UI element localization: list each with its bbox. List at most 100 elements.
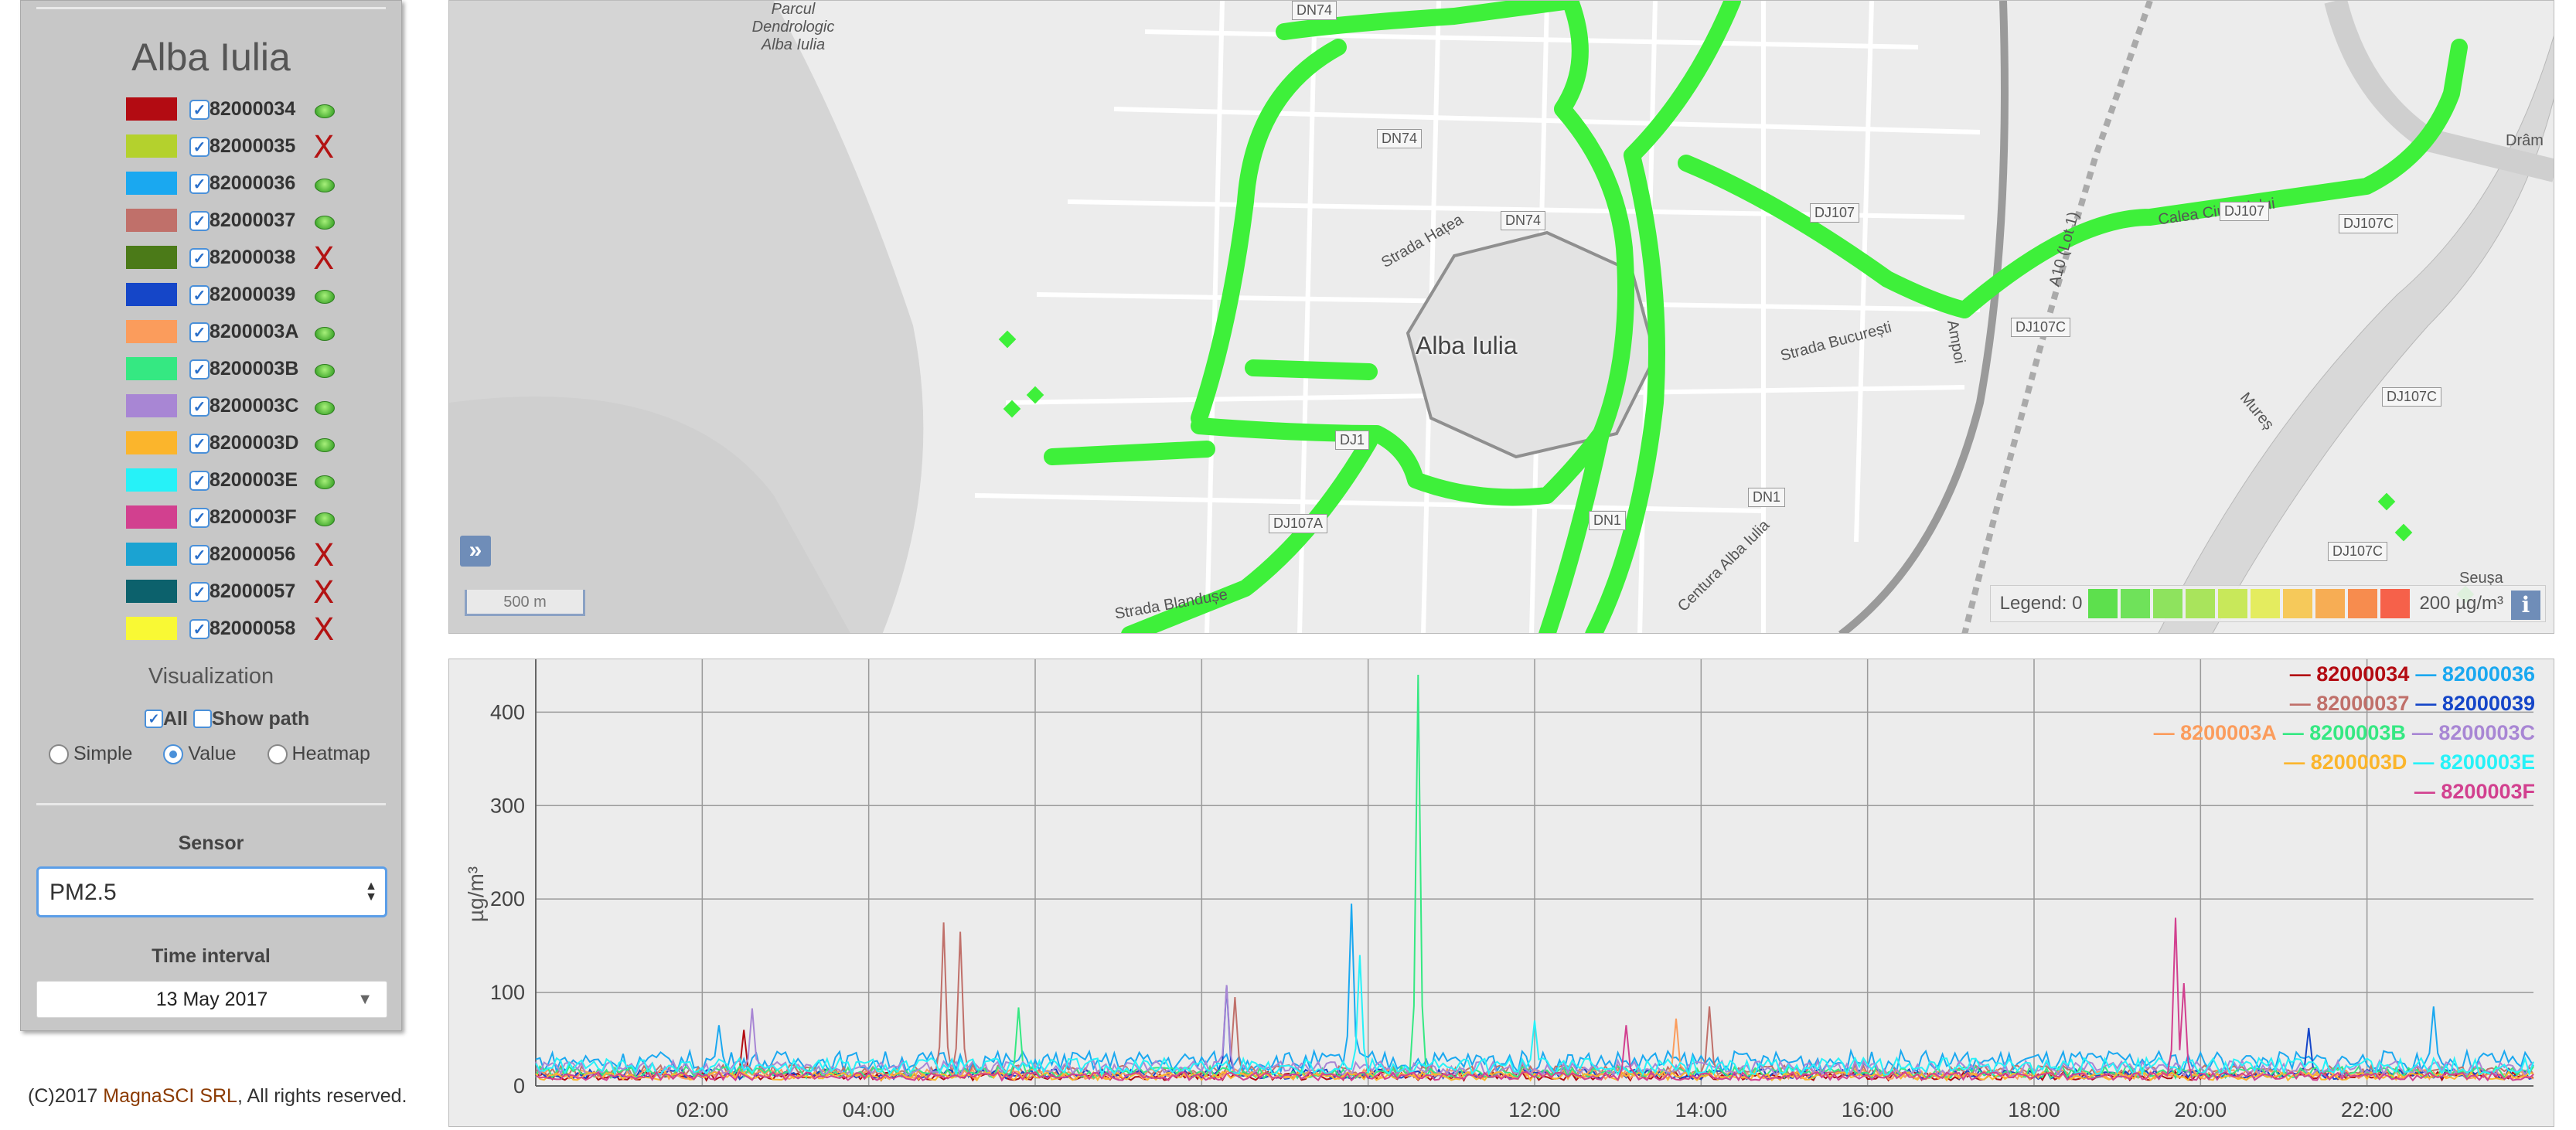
legend-series-label[interactable]: 8200003A [2180, 721, 2277, 744]
sensor-checkbox[interactable]: ✓ [189, 211, 210, 231]
sensor-checkbox[interactable]: ✓ [189, 359, 210, 380]
select-arrows-icon: ▲ ▼ [365, 880, 377, 904]
sensor-checkbox[interactable]: ✓ [189, 471, 210, 491]
status-offline-icon: X [313, 130, 335, 165]
sensor-color-swatch [126, 246, 177, 269]
road-label: DJ107C [2382, 387, 2442, 407]
sensor-checkbox[interactable]: ✓ [189, 285, 210, 305]
sensor-color-swatch [126, 543, 177, 566]
sensor-row: ✓ 8200003E [104, 463, 352, 500]
date-picker[interactable]: 13 May 2017 ▼ [36, 981, 387, 1018]
x-tick-label: 12:00 [1508, 1098, 1561, 1121]
divider [36, 7, 386, 9]
sensor-checkbox[interactable]: ✓ [189, 248, 210, 268]
sensor-checkbox[interactable]: ✓ [189, 100, 210, 120]
legend-swatch: — [2153, 721, 2181, 744]
status-offline-icon: X [313, 575, 335, 611]
sensor-checkbox[interactable]: ✓ [189, 137, 210, 157]
sensor-id-label: 8200003F [210, 506, 297, 528]
radio-button[interactable] [49, 744, 69, 765]
road-label: DN74 [1377, 129, 1423, 148]
sensor-checkbox[interactable]: ✓ [189, 582, 210, 602]
all-checkbox[interactable]: ✓ [145, 710, 163, 729]
map-legend: Legend: 0 200 µg/m³ i [1989, 585, 2546, 622]
x-tick-label: 04:00 [843, 1098, 895, 1121]
legend-min-label: Legend: 0 [1999, 593, 2083, 614]
legend-series-label[interactable]: 8200003E [2440, 750, 2535, 774]
sensor-color-swatch [126, 580, 177, 603]
sensor-id-label: 82000034 [210, 98, 296, 120]
footer-copyright: (C)2017 [28, 1085, 104, 1107]
radio-button[interactable] [267, 744, 288, 765]
map-city-label: Alba Iulia [1416, 332, 1518, 359]
sensor-select[interactable]: PM2.5 ▲ ▼ [36, 866, 387, 917]
map-view[interactable]: Parcul Dendrologic Alba Iulia Strada Haț… [448, 0, 2554, 634]
legend-swatch: — [2284, 750, 2311, 774]
sensor-checkbox[interactable]: ✓ [189, 174, 210, 194]
legend-series-label[interactable]: 8200003F [2441, 780, 2535, 803]
sensor-row: ✓ 8200003C [104, 389, 352, 426]
city-title: Alba Iulia [131, 36, 291, 79]
mode-option-value[interactable]: Value [163, 743, 237, 765]
sensor-checkbox[interactable]: ✓ [189, 619, 210, 639]
road-label: DJ1 [1335, 431, 1370, 450]
footer-rights: , All rights reserved. [237, 1085, 407, 1107]
legend-swatch: — [2413, 750, 2440, 774]
legend-swatch: — [2289, 692, 2317, 715]
sensor-checkbox[interactable]: ✓ [189, 545, 210, 565]
legend-series-label[interactable]: 8200003B [2309, 721, 2406, 744]
legend-row: — 82000037— 82000039 [2139, 689, 2541, 718]
x-tick-label: 18:00 [2008, 1098, 2060, 1121]
show-path-checkbox[interactable] [193, 710, 212, 729]
status-offline-icon: X [313, 612, 335, 648]
sensor-color-swatch [126, 172, 177, 195]
mode-option-simple[interactable]: Simple [49, 743, 132, 765]
sensor-color-swatch [126, 97, 177, 121]
sensor-select-value: PM2.5 [49, 880, 117, 905]
y-tick-label: 100 [490, 981, 525, 1004]
radio-button[interactable] [163, 744, 184, 765]
status-ok-icon [315, 104, 335, 118]
sensor-checkbox[interactable]: ✓ [189, 397, 210, 417]
sensor-checkbox[interactable]: ✓ [189, 508, 210, 528]
legend-color-cell [2218, 589, 2248, 618]
legend-color-cell [2121, 589, 2151, 618]
sensor-id-label: 82000037 [210, 209, 296, 231]
legend-series-label[interactable]: 82000039 [2442, 692, 2535, 715]
road-label: DN74 [1292, 1, 1337, 20]
expand-panel-button[interactable]: » [460, 536, 491, 567]
legend-series-label[interactable]: 82000037 [2316, 692, 2409, 715]
sensor-row: ✓ 82000038 X [104, 240, 352, 277]
legend-swatch: — [2415, 662, 2442, 686]
sensor-row: ✓ 8200003B [104, 352, 352, 389]
sensor-id-label: 82000039 [210, 284, 296, 305]
x-tick-label: 02:00 [676, 1098, 729, 1121]
sensor-checkbox[interactable]: ✓ [189, 434, 210, 454]
legend-series-label[interactable]: 82000034 [2316, 662, 2409, 686]
time-series-chart[interactable]: 0 100 200 300 400 02:00 04:00 06:00 08:00 10:00 12… [448, 659, 2554, 1127]
mode-option-heatmap[interactable]: Heatmap [267, 743, 370, 765]
info-button[interactable]: i [2511, 591, 2540, 620]
legend-row: — 82000034— 82000036 [2139, 659, 2541, 689]
mode-label: Value [188, 743, 237, 764]
company-link[interactable]: MagnaSCI SRL [103, 1085, 237, 1107]
legend-max-label: 200 µg/m³ [2419, 593, 2503, 614]
date-value: 13 May 2017 [155, 989, 268, 1010]
sensor-color-swatch [126, 468, 177, 492]
legend-series-label[interactable]: 8200003C [2438, 721, 2535, 744]
road-label: DN1 [1748, 488, 1786, 507]
road-label: DJ107C [2328, 542, 2388, 561]
sensor-row: ✓ 8200003F [104, 500, 352, 537]
legend-swatch: — [2414, 780, 2441, 803]
sensor-row: ✓ 82000039 [104, 277, 352, 315]
map-label: Drâm [2506, 132, 2544, 149]
legend-color-cell [2186, 589, 2216, 618]
visualization-mode-group: Simple Value Heatmap [49, 743, 401, 765]
map-label: Parcul Dendrologic Alba Iulia [751, 1, 835, 53]
sensor-checkbox[interactable]: ✓ [189, 322, 210, 342]
legend-series-label[interactable]: 8200003D [2311, 750, 2407, 774]
legend-series-label[interactable]: 82000036 [2442, 662, 2535, 686]
y-tick-label: 200 [490, 887, 525, 910]
sensor-id-label: 82000058 [210, 618, 296, 639]
legend-color-cell [2315, 589, 2346, 618]
